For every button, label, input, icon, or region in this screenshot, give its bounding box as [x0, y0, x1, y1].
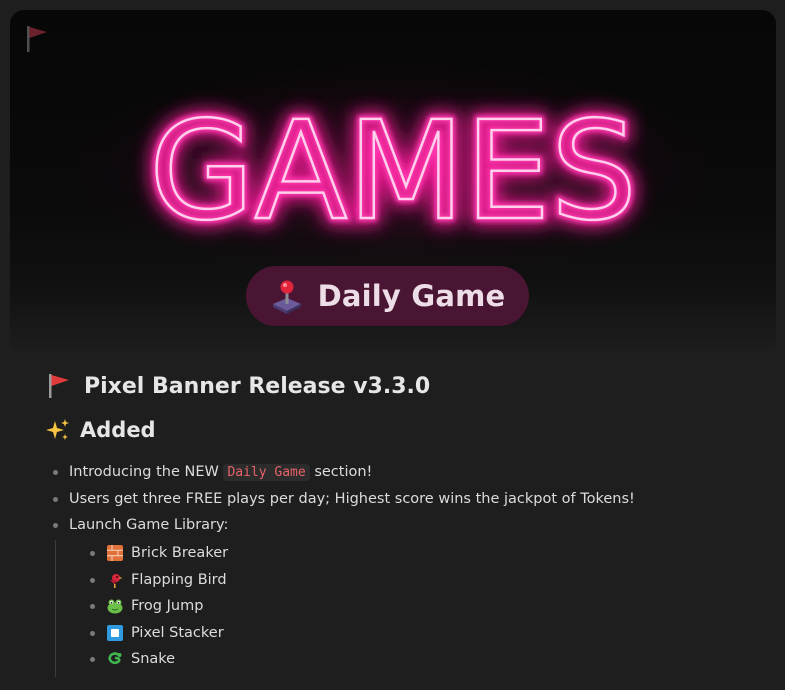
game-item-brick-breaker[interactable]: Brick Breaker	[56, 540, 765, 567]
neon-core-text: GAMES	[149, 93, 637, 251]
blue-square-icon	[107, 624, 123, 641]
game-label: Pixel Stacker	[131, 624, 224, 641]
list-item: Users get three FREE plays per day; High…	[46, 486, 765, 512]
daily-game-code: Daily Game	[223, 464, 310, 481]
brick-icon	[107, 545, 123, 562]
bird-icon	[110, 573, 123, 588]
frog-icon	[107, 599, 123, 614]
release-heading: Pixel Banner Release v3.3.0	[46, 368, 765, 404]
game-label: Brick Breaker	[131, 545, 229, 561]
red-flag-icon	[49, 374, 69, 398]
item-text: Introducing the NEW	[69, 464, 224, 480]
game-label: Frog Jump	[131, 598, 204, 614]
flag-icon	[27, 26, 47, 52]
list-item: Introducing the NEW Daily Game section!	[46, 459, 765, 486]
item-text: Launch Game Library:	[69, 517, 229, 533]
banner-image: GAMES GAMES GAMES Daily Game	[10, 10, 776, 355]
daily-game-pill[interactable]: Daily Game	[246, 266, 529, 326]
list-item: Launch Game Library: Brick Breaker Flapp…	[46, 512, 765, 677]
changes-list: Introducing the NEW Daily Game section! …	[46, 459, 765, 677]
joystick-icon	[272, 280, 301, 314]
daily-game-label: Daily Game	[317, 279, 506, 313]
item-text: Users get three FREE plays per day; High…	[69, 491, 635, 507]
release-notes: Pixel Banner Release v3.3.0 Added Introd…	[46, 368, 765, 677]
game-item-frog-jump[interactable]: Frog Jump	[56, 593, 765, 620]
release-title: Pixel Banner Release v3.3.0	[84, 373, 431, 399]
game-library-list: Brick Breaker Flapping Bird Frog Jump Pi…	[55, 540, 765, 677]
snake-icon	[108, 652, 122, 665]
added-label: Added	[80, 418, 156, 442]
game-item-flapping-bird[interactable]: Flapping Bird	[56, 567, 765, 594]
game-item-pixel-stacker[interactable]: Pixel Stacker	[56, 620, 765, 647]
game-item-snake[interactable]: Snake	[56, 646, 765, 673]
item-text: section!	[309, 464, 373, 480]
game-label: Flapping Bird	[131, 571, 227, 588]
game-label: Snake	[131, 651, 176, 667]
added-heading: Added	[46, 413, 765, 447]
sparkles-icon	[46, 419, 69, 440]
